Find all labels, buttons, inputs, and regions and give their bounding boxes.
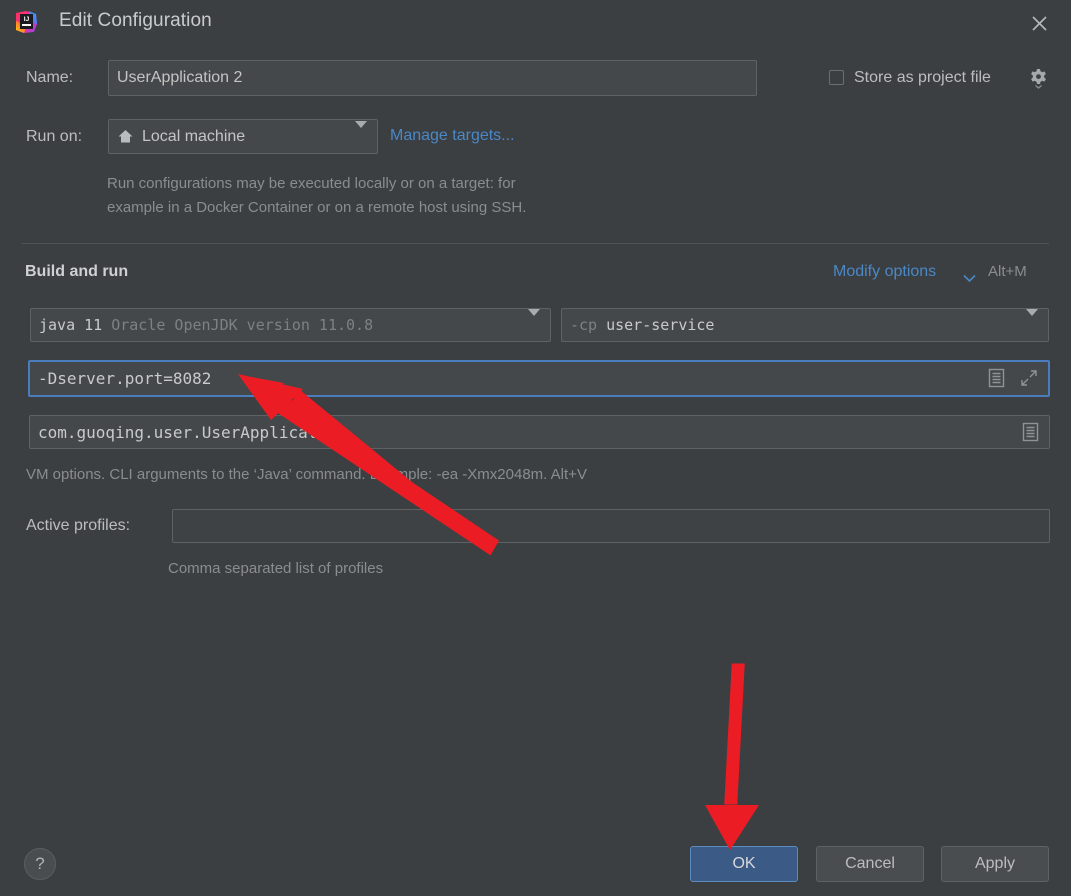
apply-button[interactable]: Apply <box>941 846 1049 882</box>
chevron-down-icon[interactable] <box>963 270 976 288</box>
run-on-label: Run on: <box>26 128 83 145</box>
name-input-value: UserApplication 2 <box>117 69 243 86</box>
cancel-button[interactable]: Cancel <box>816 846 924 882</box>
store-as-project-file-label: Store as project file <box>854 69 991 86</box>
vm-options-input[interactable]: -Dserver.port=8082 <box>28 360 1050 397</box>
build-and-run-title: Build and run <box>25 263 129 280</box>
modify-options-link[interactable]: Modify options <box>833 263 936 281</box>
run-on-description-line1: Run configurations may be executed local… <box>107 175 516 192</box>
dialog-title-bar: IJ Edit Configuration <box>0 0 1071 46</box>
svg-text:IJ: IJ <box>24 16 30 23</box>
modify-options-shortcut: Alt+M <box>988 263 1027 280</box>
close-icon[interactable] <box>1025 9 1053 37</box>
document-list-icon[interactable] <box>1022 422 1039 442</box>
name-input[interactable]: UserApplication 2 <box>108 60 757 96</box>
run-on-value: Local machine <box>142 127 246 145</box>
active-profiles-hint: Comma separated list of profiles <box>168 560 384 577</box>
jdk-combobox[interactable]: java 11 Oracle OpenJDK version 11.0.8 <box>30 308 551 342</box>
manage-targets-link[interactable]: Manage targets... <box>390 127 515 145</box>
run-on-combobox[interactable]: Local machine <box>108 119 378 154</box>
red-arrow-to-ok-button-icon <box>705 663 759 850</box>
ok-button[interactable]: OK <box>690 846 798 882</box>
section-divider <box>22 243 1049 244</box>
intellij-idea-logo-icon: IJ <box>13 9 39 35</box>
chevron-down-icon <box>1026 309 1038 334</box>
name-label: Name: <box>26 69 74 86</box>
vm-options-value: -Dserver.port=8082 <box>38 369 212 388</box>
main-class-input[interactable]: com.guoqing.user.UserApplication <box>29 415 1050 449</box>
run-on-description-line2: example in a Docker Container or on a re… <box>107 199 527 216</box>
home-icon <box>117 128 134 145</box>
active-profiles-label: Active profiles: <box>26 517 131 534</box>
dialog-title: Edit Configuration <box>59 10 212 31</box>
jdk-primary: java 11 <box>39 316 103 334</box>
classpath-prefix: -cp <box>570 316 598 334</box>
classpath-module-combobox[interactable]: -cp user-service <box>561 308 1049 342</box>
chevron-down-icon <box>528 309 540 334</box>
store-as-project-file-checkbox[interactable] <box>829 70 844 85</box>
vm-options-hint: VM options. CLI arguments to the ‘Java’ … <box>26 466 587 483</box>
gear-icon[interactable] <box>1028 68 1049 94</box>
classpath-module: user-service <box>606 316 715 334</box>
edit-configuration-dialog: IJ Edit Configuration Name: UserApplicat… <box>0 0 1071 896</box>
main-class-value: com.guoqing.user.UserApplication <box>38 422 347 442</box>
chevron-down-icon <box>355 120 367 146</box>
active-profiles-input[interactable] <box>172 509 1050 543</box>
help-button[interactable]: ? <box>24 848 56 880</box>
document-list-icon[interactable] <box>988 368 1005 388</box>
expand-arrows-icon[interactable] <box>1020 369 1038 387</box>
jdk-secondary: Oracle OpenJDK version 11.0.8 <box>111 316 374 334</box>
